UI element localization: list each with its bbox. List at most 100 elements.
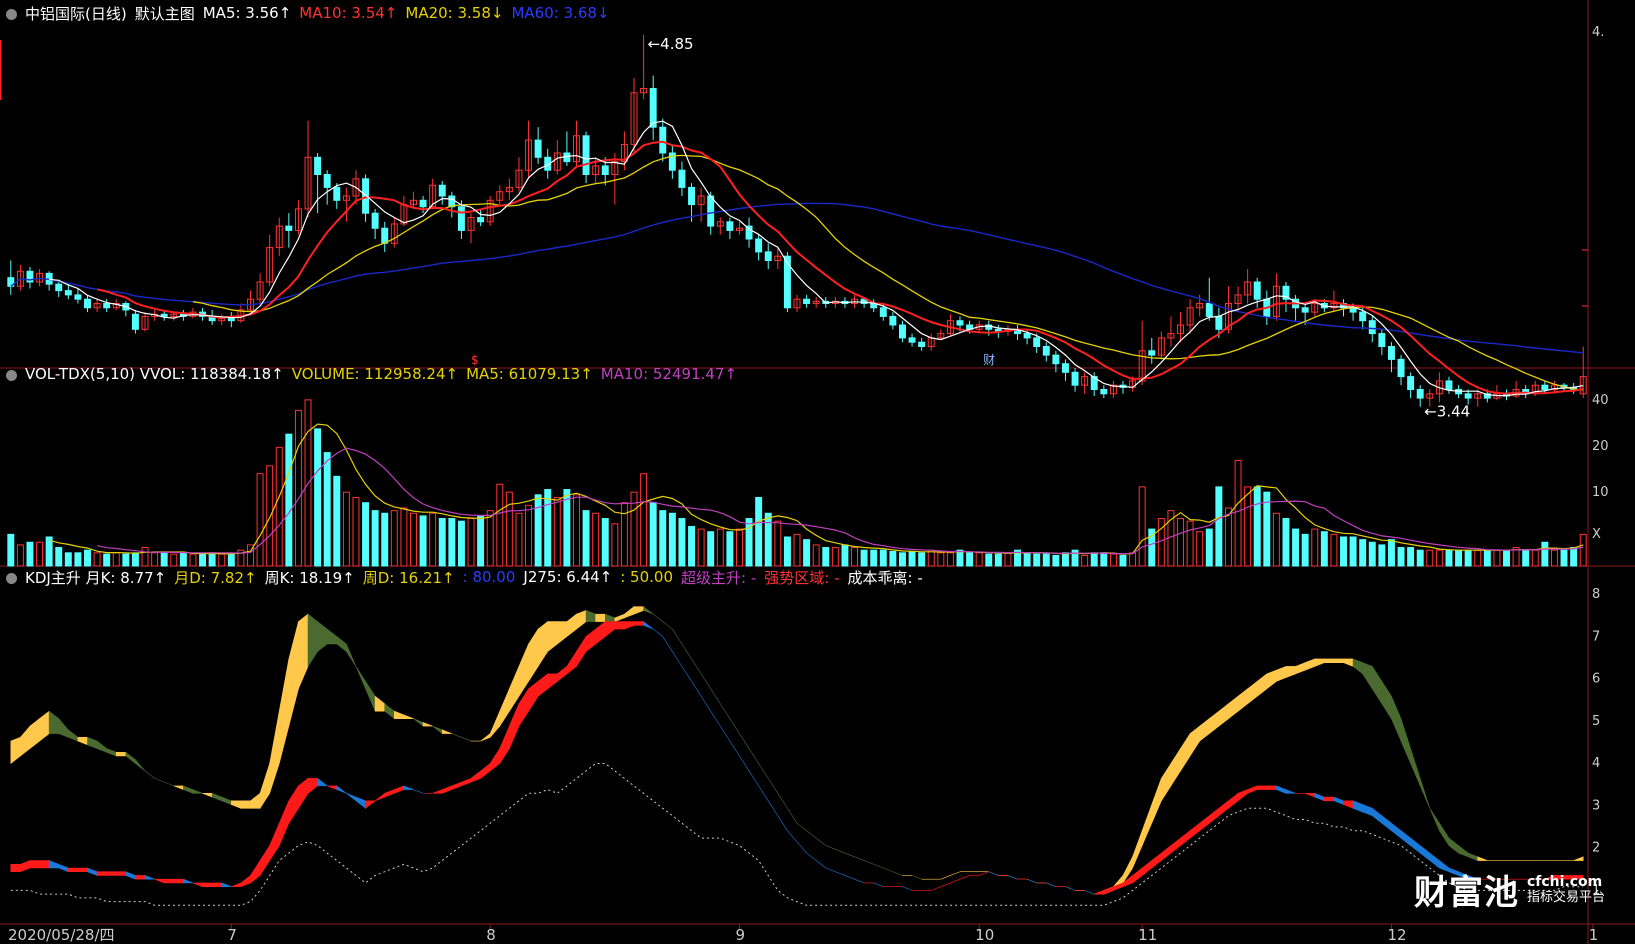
kdj-band-segment (1247, 785, 1258, 794)
kdj-band-segment (1324, 796, 1335, 802)
volume-bar (1387, 539, 1395, 567)
kdj-band-segment (931, 886, 941, 891)
kdj-band-segment (864, 860, 874, 865)
candle (659, 126, 667, 154)
kdj-band-segment (1439, 822, 1450, 847)
kdj-band-segment (1352, 658, 1363, 675)
kdj-band-segment (1362, 804, 1373, 817)
kdj-band-segment (720, 703, 731, 719)
header-item: 超级主升: - (681, 568, 757, 587)
volume-bar (889, 550, 897, 567)
kdj-axis-label: 5 (1592, 714, 1600, 729)
kdj-band-segment (739, 733, 750, 749)
header-item: : 80.00 (462, 568, 516, 586)
candle (688, 186, 696, 206)
volume-bar (534, 494, 542, 567)
kdj-band-segment (106, 871, 117, 876)
low-label: ←3.44 (1424, 403, 1470, 421)
candle (678, 169, 686, 188)
kdj-band-segment (700, 696, 711, 712)
kdj-band-segment (1305, 793, 1316, 798)
candle (1042, 346, 1050, 356)
volume-bar (1023, 552, 1031, 567)
kdj-band-segment (10, 863, 21, 873)
kdj-band-segment (432, 725, 443, 735)
candle (131, 313, 139, 330)
volume-bar (994, 553, 1002, 567)
volume-bar (103, 553, 111, 567)
volume-bar (1531, 549, 1539, 567)
kdj-band-segment (394, 710, 405, 719)
volume-bar (227, 553, 235, 567)
kdj-band-segment (355, 796, 366, 809)
circle-icon[interactable] (6, 369, 17, 381)
candle (1033, 337, 1041, 347)
volume-bar (822, 547, 830, 567)
candle (582, 135, 590, 176)
kdj-band-segment (441, 785, 453, 794)
volume-bar (985, 553, 993, 567)
header-item: 周D: 16.21↑ (362, 568, 455, 587)
volume-bar (208, 552, 216, 567)
kdj-band-segment (672, 651, 683, 667)
kdj-band-segment (480, 762, 491, 780)
kdj-band-segment (1381, 815, 1392, 832)
kdj-band-segment (1256, 673, 1268, 697)
kdj-band-segment (835, 871, 846, 876)
header-item: MA10: 3.54↑ (299, 4, 398, 22)
circle-icon[interactable] (6, 8, 17, 20)
circle-icon[interactable] (6, 572, 17, 584)
kdj-band-segment (624, 621, 635, 630)
volume-bar (141, 547, 149, 567)
kdj-band-segment (259, 844, 270, 877)
volume-bar (1263, 491, 1271, 567)
kdj-band-segment (681, 643, 692, 660)
kdj-band-segment (1151, 778, 1162, 824)
kdj-band-segment (1285, 666, 1296, 679)
price-axis-label: 4. (1592, 25, 1604, 40)
kdj-band-segment (298, 613, 309, 689)
volume-bar (1474, 549, 1482, 567)
kdj-band-segment (710, 688, 721, 704)
kdj-band-segment (499, 726, 510, 765)
kdj-band-segment (1199, 718, 1210, 742)
volume-bars (7, 399, 1587, 567)
kdj-band-segment (87, 867, 98, 876)
kdj-band-segment (1170, 837, 1181, 854)
kdj-band-segment (806, 852, 817, 861)
kdj-band-segment (154, 778, 165, 783)
kdj-band-segment (115, 871, 127, 876)
header-item: VOL-TDX(5,10) VVOL: 118384.18↑ (25, 365, 284, 383)
kdj-band-segment (1362, 662, 1373, 690)
kdj-band-segment (432, 789, 443, 794)
volume-ma5-line (48, 423, 1584, 555)
volume-bar (371, 510, 379, 567)
kdj-band-segment (144, 770, 155, 779)
volume-bar (1100, 552, 1108, 567)
volume-bar (151, 552, 159, 567)
kdj-band-segment (672, 628, 683, 645)
kdj-band-segment (183, 785, 194, 794)
kdj-band-segment (796, 841, 807, 854)
kdj-band-segment (1333, 796, 1344, 805)
volume-bar (1416, 549, 1424, 567)
volume-bar (457, 520, 465, 567)
candle (726, 221, 734, 231)
candle (745, 225, 753, 240)
kdj-band-segment (1094, 889, 1105, 895)
volume-bar (803, 539, 811, 567)
kdj-band-segment (940, 875, 951, 880)
volume-bar (429, 512, 437, 567)
kdj-band-segment (1046, 882, 1056, 887)
candle (803, 298, 811, 305)
volume-bar (467, 518, 475, 567)
volume-bar (74, 552, 82, 567)
volume-bar (7, 533, 15, 567)
kdj-band-segment (729, 740, 740, 757)
volume-bar (1205, 528, 1213, 567)
kdj-band-segment (202, 882, 213, 887)
volume-bar (1483, 549, 1491, 567)
kdj-band-segment (489, 747, 501, 772)
kdj-band-segment (1218, 800, 1229, 817)
header-item: MA10: 52491.47↑ (600, 365, 738, 383)
